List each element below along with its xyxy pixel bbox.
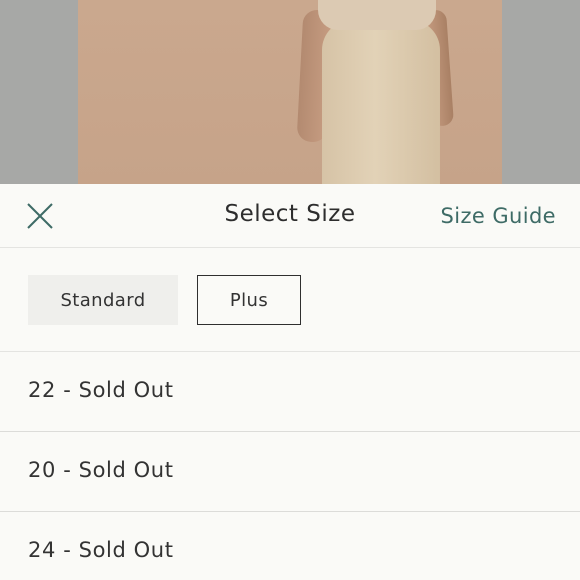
model-skirt xyxy=(322,20,440,184)
size-option[interactable]: 22 - Sold Out xyxy=(0,352,580,432)
size-option[interactable]: 20 - Sold Out xyxy=(0,432,580,512)
fit-plus-button[interactable]: Plus xyxy=(197,275,301,325)
size-guide-link[interactable]: Size Guide xyxy=(441,204,556,228)
size-option[interactable]: 24 - Sold Out xyxy=(0,512,580,580)
size-list: 22 - Sold Out 20 - Sold Out 24 - Sold Ou… xyxy=(0,352,580,580)
size-option-label: 22 - Sold Out xyxy=(28,378,174,402)
size-option-label: 24 - Sold Out xyxy=(28,538,174,562)
fit-toggle-row: Standard Plus xyxy=(0,248,580,352)
size-option-label: 20 - Sold Out xyxy=(28,458,174,482)
size-selector-sheet: Select Size Size Guide Standard Plus 22 … xyxy=(0,184,580,580)
model-top xyxy=(318,0,436,30)
fit-standard-button[interactable]: Standard xyxy=(28,275,178,325)
product-photo xyxy=(0,0,580,184)
sheet-header: Select Size Size Guide xyxy=(0,184,580,248)
